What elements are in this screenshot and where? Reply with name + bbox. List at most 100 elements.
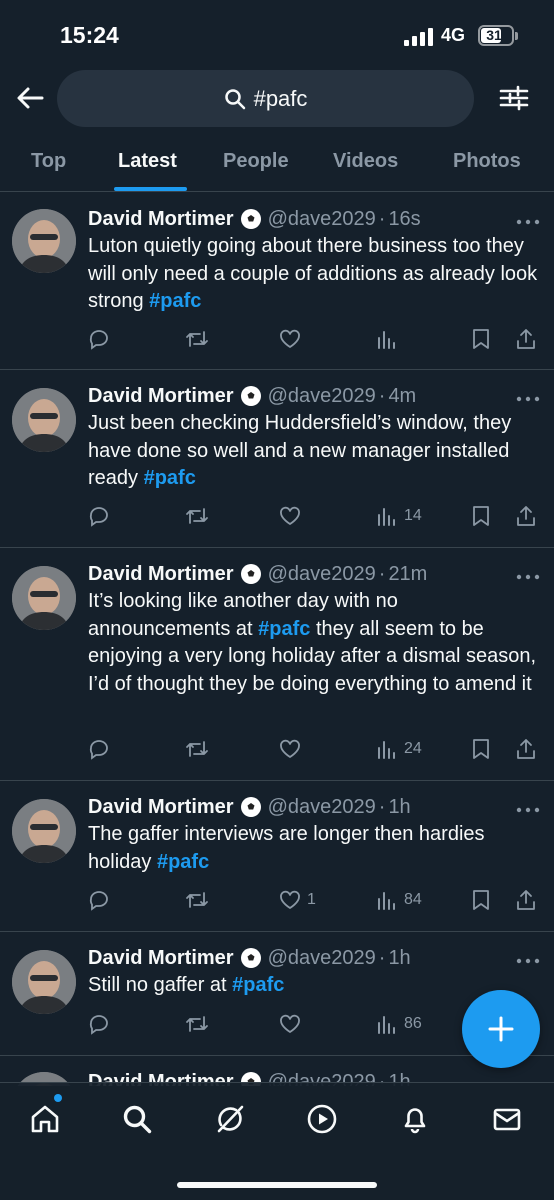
retweet-button[interactable] — [185, 887, 209, 913]
display-name[interactable]: David Mortimer — [88, 208, 234, 231]
nav-search[interactable] — [119, 1101, 155, 1137]
bookmark-button[interactable] — [471, 326, 491, 352]
like-button[interactable] — [279, 503, 307, 529]
search-filter-button[interactable] — [496, 80, 532, 116]
retweet-button[interactable] — [185, 326, 209, 352]
avatar[interactable] — [12, 209, 76, 273]
nav-messages[interactable] — [489, 1101, 525, 1137]
display-name[interactable]: David Mortimer — [88, 947, 234, 970]
hashtag-link[interactable]: #pafc — [144, 467, 196, 489]
heart-icon — [280, 890, 300, 910]
nav-home[interactable] — [27, 1101, 63, 1137]
more-icon[interactable] — [515, 805, 541, 815]
share-icon — [517, 329, 535, 349]
tweet-actions: 14 — [88, 503, 543, 529]
share-button[interactable] — [515, 503, 537, 529]
reply-icon — [89, 330, 108, 350]
tweet-text: Still no gaffer at #pafc — [88, 972, 543, 1000]
user-handle[interactable]: @dave2029 — [268, 796, 376, 819]
tweet-time: 16s — [388, 207, 421, 230]
display-name[interactable]: David Mortimer — [88, 796, 234, 819]
like-button[interactable] — [279, 326, 307, 352]
display-name[interactable]: David Mortimer — [88, 385, 234, 408]
tab-people[interactable]: People — [223, 150, 289, 173]
nav-video[interactable] — [304, 1101, 340, 1137]
reply-button[interactable] — [88, 326, 110, 352]
tweet-actions: 1 84 — [88, 887, 543, 913]
retweet-button[interactable] — [185, 736, 209, 762]
more-icon[interactable] — [515, 394, 541, 404]
reply-button[interactable] — [88, 503, 110, 529]
bookmark-button[interactable] — [471, 503, 491, 529]
like-button[interactable]: 1 — [279, 887, 316, 913]
like-button[interactable] — [279, 736, 307, 762]
share-button[interactable] — [515, 326, 537, 352]
tweet-actions — [88, 326, 543, 352]
views-icon — [378, 741, 395, 759]
hashtag-link[interactable]: #pafc — [258, 618, 310, 640]
avatar[interactable] — [12, 950, 76, 1014]
hashtag-link[interactable]: #pafc — [232, 974, 284, 996]
tweet-time: 1h — [388, 795, 411, 818]
more-icon[interactable] — [515, 217, 541, 227]
tweet-text: Luton quietly going about there business… — [88, 233, 543, 316]
nav-grok[interactable] — [212, 1101, 248, 1137]
like-count: 1 — [307, 891, 316, 908]
user-handle[interactable]: @dave2029 — [268, 947, 376, 970]
bookmark-button[interactable] — [471, 736, 491, 762]
share-button[interactable] — [515, 736, 537, 762]
heart-icon — [280, 739, 300, 759]
nav-notifications[interactable] — [397, 1101, 433, 1137]
search-input[interactable]: #pafc — [57, 70, 474, 127]
reply-button[interactable] — [88, 887, 110, 913]
heart-icon — [280, 329, 300, 349]
tweet[interactable]: David Mortimer @dave2029 · 16s Luton qui… — [0, 193, 554, 370]
tweet-text: It’s looking like another day with no an… — [88, 588, 543, 698]
retweet-icon — [186, 1016, 208, 1032]
like-button[interactable] — [279, 1011, 307, 1037]
separator-dot: · — [378, 207, 386, 230]
hashtag-link[interactable]: #pafc — [157, 851, 209, 873]
views-button[interactable]: 84 — [376, 887, 422, 913]
user-handle[interactable]: @dave2029 — [268, 563, 376, 586]
share-button[interactable] — [515, 887, 537, 913]
bookmark-icon — [473, 506, 489, 526]
hashtag-link[interactable]: #pafc — [149, 290, 201, 312]
tweet[interactable]: David Mortimer @dave2029 · 1h The gaffer… — [0, 781, 554, 932]
retweet-button[interactable] — [185, 1011, 209, 1037]
reply-button[interactable] — [88, 1011, 110, 1037]
tweet[interactable]: David Mortimer @dave2029 · 4m Just been … — [0, 370, 554, 548]
bookmark-icon — [473, 739, 489, 759]
compose-button[interactable] — [462, 990, 540, 1068]
views-button[interactable]: 86 — [376, 1011, 422, 1037]
views-button[interactable] — [376, 326, 404, 352]
more-icon[interactable] — [515, 956, 541, 966]
retweet-icon — [186, 892, 208, 908]
avatar[interactable] — [12, 799, 76, 863]
tab-top[interactable]: Top — [31, 150, 66, 173]
tab-photos[interactable]: Photos — [453, 150, 521, 173]
tweet-time: 4m — [388, 384, 417, 407]
back-button[interactable] — [12, 80, 48, 116]
tweet[interactable]: David Mortimer @dave2029 · 21m It’s look… — [0, 548, 554, 781]
avatar[interactable] — [12, 566, 76, 630]
heart-icon — [280, 1014, 300, 1034]
bookmark-button[interactable] — [471, 887, 491, 913]
views-button[interactable]: 14 — [376, 503, 422, 529]
battery-icon: 31 — [478, 25, 514, 46]
views-button[interactable]: 24 — [376, 736, 422, 762]
separator-dot: · — [378, 946, 386, 969]
view-count: 84 — [404, 891, 422, 908]
notifications-icon — [404, 1108, 426, 1134]
user-handle[interactable]: @dave2029 — [268, 208, 376, 231]
tweet-time: 1h — [388, 946, 411, 969]
reply-button[interactable] — [88, 736, 110, 762]
avatar[interactable] — [12, 388, 76, 452]
tab-videos[interactable]: Videos — [333, 150, 398, 173]
user-handle[interactable]: @dave2029 — [268, 385, 376, 408]
tab-latest[interactable]: Latest — [118, 150, 177, 173]
more-icon[interactable] — [515, 572, 541, 582]
reply-icon — [89, 1015, 108, 1035]
display-name[interactable]: David Mortimer — [88, 563, 234, 586]
retweet-button[interactable] — [185, 503, 209, 529]
